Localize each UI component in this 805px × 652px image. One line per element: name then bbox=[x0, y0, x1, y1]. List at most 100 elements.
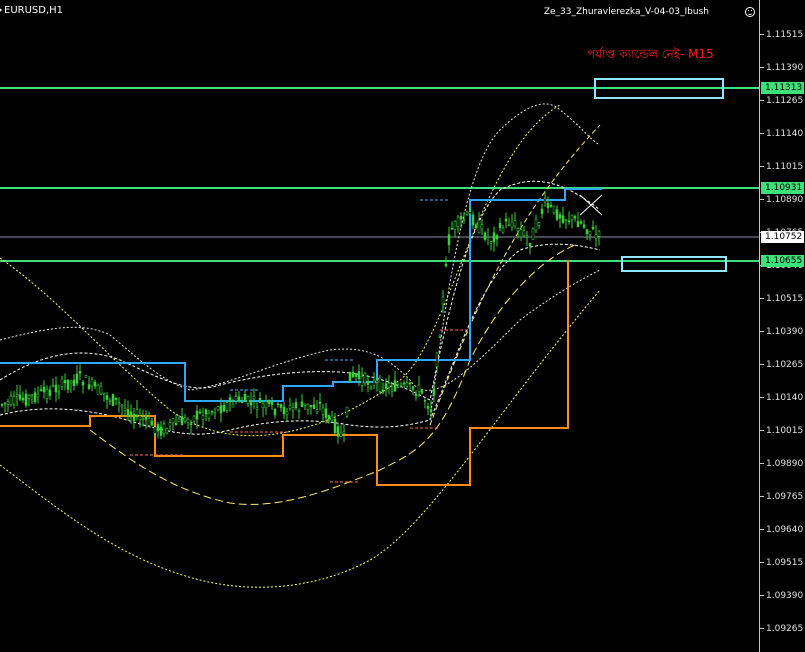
candle-body bbox=[528, 243, 532, 247]
candle-body bbox=[165, 428, 169, 434]
candle-body bbox=[75, 373, 79, 384]
candle-body bbox=[189, 423, 193, 426]
candle-body bbox=[153, 426, 157, 434]
candle-body bbox=[96, 384, 100, 395]
candle-body bbox=[447, 234, 451, 246]
candle-body bbox=[423, 400, 427, 402]
candle-body bbox=[90, 379, 94, 387]
candle-body bbox=[60, 378, 64, 387]
candle-body bbox=[531, 228, 535, 240]
symbol-timeframe-label: EURUSD,H1 bbox=[4, 5, 64, 16]
candle-body bbox=[435, 352, 439, 367]
candle-body bbox=[246, 396, 250, 404]
level-tag-middle[interactable]: 1.10931 bbox=[761, 182, 804, 194]
candle-body bbox=[387, 383, 391, 388]
candle-body bbox=[417, 384, 421, 392]
candle-body bbox=[18, 394, 22, 400]
candle-body bbox=[225, 402, 229, 411]
candle-body bbox=[378, 377, 382, 392]
candle-body bbox=[234, 396, 238, 402]
price-axis[interactable]: 1.11515 1.11390 1.11265 1.11140 1.11015 … bbox=[760, 0, 805, 652]
candle-body bbox=[36, 393, 40, 398]
candle-body bbox=[591, 227, 595, 230]
candle-body bbox=[402, 382, 406, 385]
candle-body bbox=[159, 426, 163, 436]
level-tag-lower[interactable]: 1.10655 bbox=[761, 255, 804, 267]
candle-body bbox=[252, 396, 256, 400]
midline-yellow-2 bbox=[429, 124, 601, 426]
candle-body bbox=[405, 382, 409, 387]
candle-body bbox=[348, 371, 352, 383]
candle-body bbox=[537, 222, 541, 226]
candle-body bbox=[93, 381, 97, 387]
candle-body bbox=[534, 219, 538, 231]
candle-body bbox=[504, 218, 508, 222]
envelope-white-2 bbox=[0, 243, 601, 435]
level-tag-current: 1.10752 bbox=[761, 231, 804, 243]
price-tick: 1.11390 bbox=[760, 62, 805, 74]
candle-body bbox=[144, 414, 148, 420]
candle-body bbox=[45, 389, 49, 399]
candle-body bbox=[372, 379, 376, 386]
candle-body bbox=[555, 209, 559, 220]
candle-body bbox=[369, 387, 373, 389]
indicator-name-label: Ze_33_Zhuravlerezka_V-04-03_Ibush bbox=[543, 7, 709, 17]
candle-body bbox=[183, 417, 187, 422]
candle-body bbox=[588, 231, 592, 235]
smiley-icon[interactable] bbox=[745, 7, 755, 17]
candle-body bbox=[198, 411, 202, 414]
candle-body bbox=[339, 432, 343, 437]
candle-body bbox=[480, 224, 484, 230]
candle-body bbox=[294, 402, 298, 409]
candle-body bbox=[279, 404, 283, 408]
candle-body bbox=[141, 418, 145, 420]
level-tag-upper[interactable]: 1.11313 bbox=[761, 82, 804, 94]
candle-body bbox=[69, 380, 73, 384]
candle-body bbox=[390, 389, 394, 392]
candle-body bbox=[309, 405, 313, 408]
candle-body bbox=[513, 220, 517, 227]
marker-dashes-blue bbox=[230, 199, 450, 391]
candle-body bbox=[384, 383, 388, 389]
price-tick: 1.09390 bbox=[760, 590, 805, 602]
candle-body bbox=[138, 415, 142, 420]
zone-box-lower[interactable] bbox=[621, 256, 727, 272]
candle-body bbox=[441, 296, 445, 305]
candle-body bbox=[180, 416, 184, 426]
midline-yellow bbox=[89, 244, 576, 505]
candle-body bbox=[318, 401, 322, 404]
candle-body bbox=[120, 404, 124, 407]
candle-body bbox=[72, 379, 76, 387]
candle-body bbox=[282, 406, 286, 415]
candle-body bbox=[249, 401, 253, 406]
candle-body bbox=[444, 264, 448, 267]
candle-body bbox=[237, 396, 241, 401]
candle-body bbox=[486, 236, 490, 238]
candle-body bbox=[330, 415, 334, 421]
candle-body bbox=[78, 371, 82, 374]
candle-body bbox=[27, 395, 31, 399]
price-tick: 1.11515 bbox=[760, 29, 805, 41]
candle-body bbox=[594, 234, 598, 239]
candle-body bbox=[579, 221, 583, 224]
candle-body bbox=[357, 371, 361, 380]
candle-body bbox=[267, 400, 271, 404]
candle-body bbox=[201, 415, 205, 421]
candle-body bbox=[363, 372, 367, 384]
candle-body bbox=[414, 394, 418, 397]
outer-band-upper bbox=[0, 104, 561, 437]
candle-body bbox=[207, 412, 211, 419]
candle-body bbox=[273, 408, 277, 416]
candle-body bbox=[597, 230, 601, 237]
support-line bbox=[0, 260, 569, 486]
chart-area[interactable]: EURUSD,H1 Ze_33_Zhuravlerezka_V-04-03_Ib… bbox=[0, 0, 760, 652]
candle-body bbox=[540, 208, 544, 214]
candle-body bbox=[297, 410, 301, 412]
price-tick: 1.11265 bbox=[760, 95, 805, 107]
candle-body bbox=[81, 382, 85, 386]
candle-body bbox=[342, 431, 346, 434]
candle-body bbox=[459, 216, 463, 220]
candle-body bbox=[114, 397, 118, 400]
candle-body bbox=[396, 386, 400, 388]
candle-body bbox=[375, 380, 379, 383]
